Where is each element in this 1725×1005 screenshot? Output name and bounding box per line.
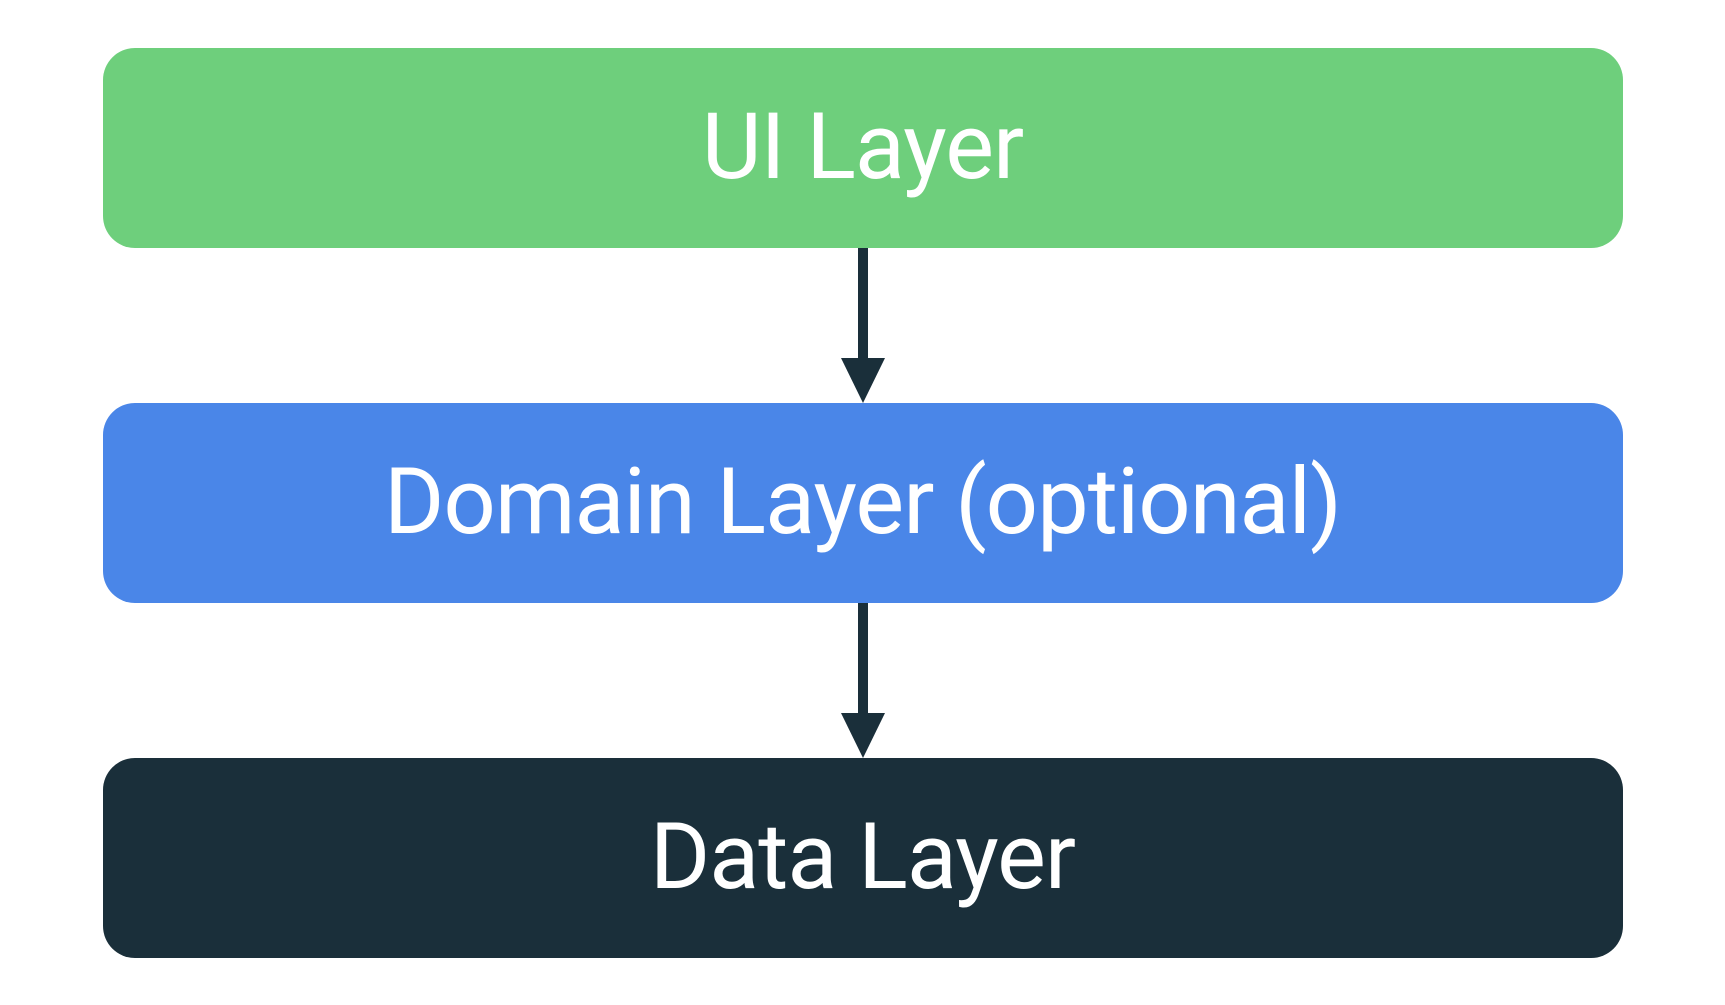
data-layer-label: Data Layer (650, 804, 1075, 911)
ui-layer-box: UI Layer (103, 48, 1623, 248)
ui-layer-label: UI Layer (702, 94, 1023, 201)
architecture-diagram: UI Layer Domain Layer (optional) Data La… (103, 48, 1623, 958)
domain-layer-label: Domain Layer (optional) (384, 449, 1341, 556)
data-layer-box: Data Layer (103, 758, 1623, 958)
domain-layer-box: Domain Layer (optional) (103, 403, 1623, 603)
arrow-down-icon (833, 603, 893, 758)
arrow-down-icon (833, 248, 893, 403)
